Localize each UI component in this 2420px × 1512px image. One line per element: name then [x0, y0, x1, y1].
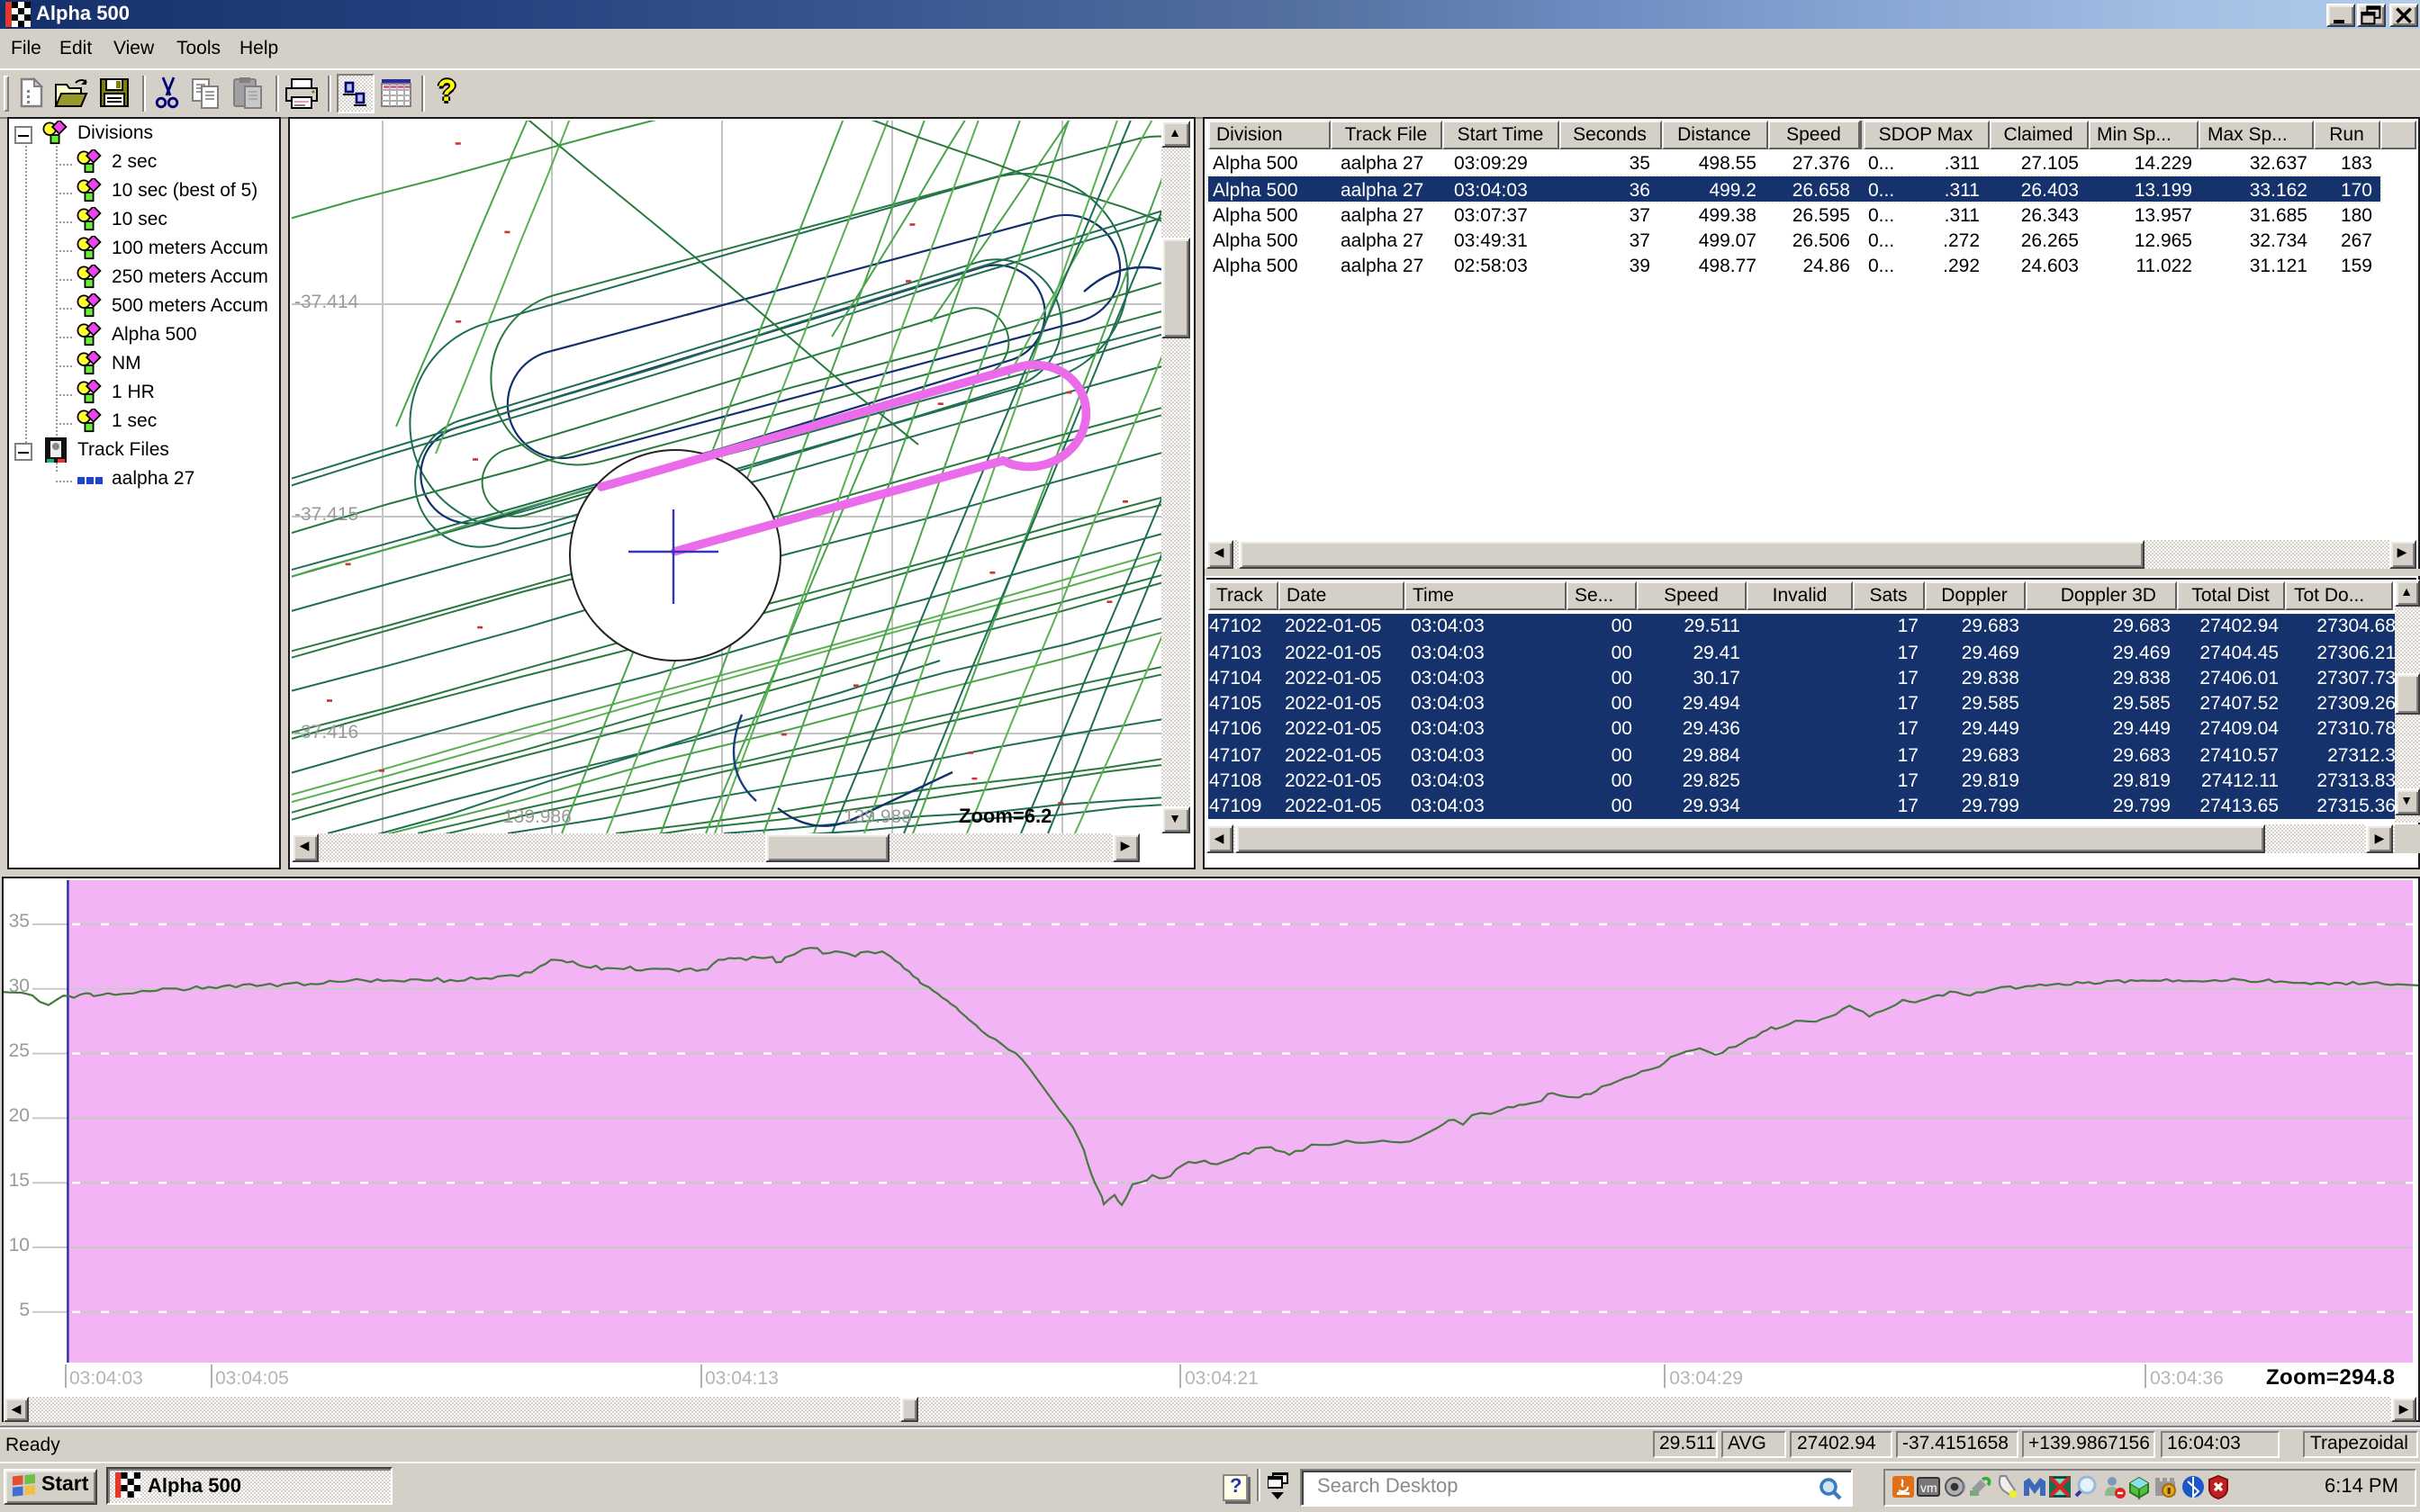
svg-text:vm: vm: [1920, 1480, 1937, 1494]
